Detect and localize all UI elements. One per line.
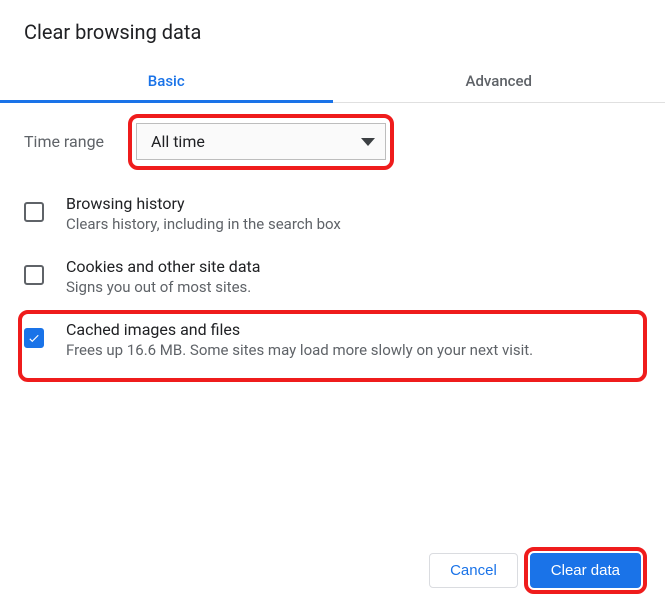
checkmark-icon bbox=[27, 331, 41, 345]
time-range-label: Time range bbox=[24, 132, 112, 151]
checkbox-cached-files[interactable] bbox=[24, 328, 44, 348]
option-text: Cached images and files Frees up 16.6 MB… bbox=[66, 320, 641, 359]
option-text: Cookies and other site data Signs you ou… bbox=[66, 257, 641, 296]
option-title: Cached images and files bbox=[66, 320, 641, 339]
cancel-button[interactable]: Cancel bbox=[429, 553, 518, 588]
clear-browsing-data-dialog: Clear browsing data Basic Advanced Time … bbox=[0, 0, 665, 371]
tab-basic[interactable]: Basic bbox=[0, 60, 333, 102]
option-desc: Clears history, including in the search … bbox=[66, 215, 641, 233]
dialog-title: Clear browsing data bbox=[24, 20, 641, 44]
tab-bar: Basic Advanced bbox=[0, 60, 665, 103]
option-title: Browsing history bbox=[66, 194, 641, 213]
time-range-select[interactable]: All time bbox=[136, 123, 386, 160]
dialog-content: Time range All time Browsing history Cle… bbox=[24, 103, 641, 371]
chevron-down-icon bbox=[361, 138, 375, 146]
option-text: Browsing history Clears history, includi… bbox=[66, 194, 641, 233]
time-range-select-container: All time bbox=[136, 123, 386, 160]
clear-data-button[interactable]: Clear data bbox=[530, 553, 641, 588]
option-cookies[interactable]: Cookies and other site data Signs you ou… bbox=[24, 245, 641, 308]
checkbox-browsing-history[interactable] bbox=[24, 202, 44, 222]
option-cached-files[interactable]: Cached images and files Frees up 16.6 MB… bbox=[24, 308, 641, 371]
time-range-row: Time range All time bbox=[24, 123, 641, 160]
checkbox-cookies[interactable] bbox=[24, 265, 44, 285]
option-browsing-history[interactable]: Browsing history Clears history, includi… bbox=[24, 182, 641, 245]
clear-button-container: Clear data bbox=[530, 553, 641, 588]
tab-advanced[interactable]: Advanced bbox=[333, 60, 665, 102]
option-desc: Frees up 16.6 MB. Some sites may load mo… bbox=[66, 341, 641, 359]
option-title: Cookies and other site data bbox=[66, 257, 641, 276]
dialog-footer: Cancel Clear data bbox=[429, 553, 641, 588]
option-desc: Signs you out of most sites. bbox=[66, 278, 641, 296]
time-range-value: All time bbox=[151, 132, 205, 151]
